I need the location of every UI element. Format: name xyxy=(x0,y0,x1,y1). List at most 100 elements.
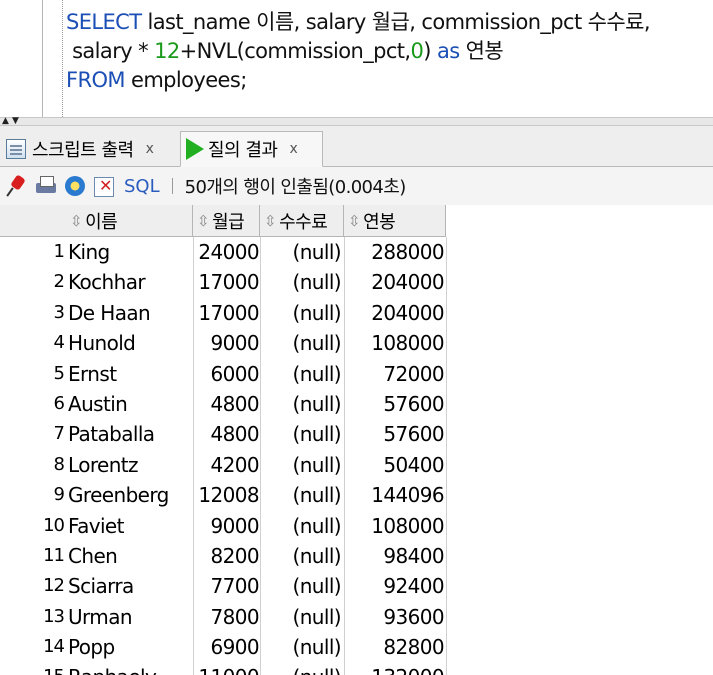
cell-annual-salary[interactable]: 72000 xyxy=(344,359,444,389)
table-row[interactable]: 8 Lorentz 4200 (null) 50400 xyxy=(0,450,446,480)
cell-salary[interactable]: 7700 xyxy=(193,571,260,601)
panel-splitter[interactable]: ▲ ▼ xyxy=(0,117,713,126)
tab-script-output[interactable]: 스크립트 출력 x xyxy=(4,131,179,167)
close-icon[interactable]: x xyxy=(146,141,154,157)
cell-commission[interactable]: (null) xyxy=(260,571,343,601)
cell-salary[interactable]: 4800 xyxy=(193,389,260,419)
sort-icon[interactable]: ⇳ xyxy=(197,212,210,230)
cell-commission[interactable]: (null) xyxy=(260,298,343,328)
cell-commission[interactable]: (null) xyxy=(260,267,343,297)
cell-name[interactable]: Hunold xyxy=(68,328,193,358)
table-row[interactable]: 5 Ernst 6000 (null) 72000 xyxy=(0,359,446,389)
cell-annual-salary[interactable]: 144096 xyxy=(344,480,444,510)
export-icon[interactable] xyxy=(93,175,115,197)
cell-annual-salary[interactable]: 92400 xyxy=(344,571,444,601)
cell-commission[interactable]: (null) xyxy=(260,450,343,480)
sql-editor[interactable]: SELECT last_name 이름, salary 월급, commissi… xyxy=(0,0,713,117)
cell-salary[interactable]: 17000 xyxy=(193,267,259,297)
cell-annual-salary[interactable]: 132000 xyxy=(344,662,444,675)
sort-icon[interactable]: ⇳ xyxy=(70,212,83,230)
refresh-icon[interactable] xyxy=(64,175,86,197)
cell-commission[interactable]: (null) xyxy=(260,419,343,449)
sql-code[interactable]: SELECT last_name 이름, salary 월급, commissi… xyxy=(66,8,651,95)
cell-annual-salary[interactable]: 204000 xyxy=(344,298,444,328)
print-icon[interactable] xyxy=(35,175,57,197)
cell-annual-salary[interactable]: 82800 xyxy=(344,632,444,662)
cell-salary[interactable]: 11000 xyxy=(193,662,259,675)
cell-annual-salary[interactable]: 50400 xyxy=(344,450,444,480)
cell-name[interactable]: Sciarra xyxy=(68,571,193,601)
row-number: 10 xyxy=(43,514,65,536)
cell-salary[interactable]: 6900 xyxy=(193,632,260,662)
cell-commission[interactable]: (null) xyxy=(260,511,343,541)
table-row[interactable]: 6 Austin 4800 (null) 57600 xyxy=(0,389,446,419)
column-header-name[interactable]: ⇳ 이름 xyxy=(66,205,193,237)
cell-commission[interactable]: (null) xyxy=(260,480,343,510)
cell-commission[interactable]: (null) xyxy=(260,602,343,632)
cell-name[interactable]: Lorentz xyxy=(68,450,193,480)
cell-salary[interactable]: 4800 xyxy=(193,419,260,449)
tab-query-result[interactable]: 질의 결과 x xyxy=(180,131,323,167)
cell-annual-salary[interactable]: 108000 xyxy=(344,511,444,541)
table-row[interactable]: 7 Pataballa 4800 (null) 57600 xyxy=(0,419,446,449)
splitter-up-arrow-icon[interactable]: ▲ xyxy=(2,117,9,126)
cell-commission[interactable]: (null) xyxy=(260,389,343,419)
table-row[interactable]: 9 Greenberg 12008 (null) 144096 xyxy=(0,480,446,510)
table-row[interactable]: 1 King 24000 (null) 288000 xyxy=(0,237,446,267)
cell-name[interactable]: Raphaely xyxy=(68,662,193,675)
cell-annual-salary[interactable]: 57600 xyxy=(344,389,444,419)
column-header-commission[interactable]: ⇳ 수수료 xyxy=(260,205,344,237)
cell-name[interactable]: Pataballa xyxy=(68,419,193,449)
cell-salary[interactable]: 12008 xyxy=(193,480,259,510)
cell-commission[interactable]: (null) xyxy=(260,359,343,389)
table-row[interactable]: 15Raphaely11000(null)132000 xyxy=(0,662,446,675)
table-row[interactable]: 3 De Haan 17000 (null) 204000 xyxy=(0,298,446,328)
cell-name[interactable]: De Haan xyxy=(68,298,193,328)
cell-commission[interactable]: (null) xyxy=(260,237,343,267)
cell-commission[interactable]: (null) xyxy=(260,328,343,358)
cell-annual-salary[interactable]: 288000 xyxy=(344,237,444,267)
cell-name[interactable]: Popp xyxy=(68,632,193,662)
cell-salary[interactable]: 17000 xyxy=(193,298,259,328)
cell-salary[interactable]: 8200 xyxy=(193,541,260,571)
table-row[interactable]: 11 Chen 8200 (null) 98400 xyxy=(0,541,446,571)
table-row[interactable]: 12 Sciarra 7700 (null) 92400 xyxy=(0,571,446,601)
pin-icon[interactable] xyxy=(6,175,28,197)
cell-name[interactable]: Austin xyxy=(68,389,193,419)
cell-salary[interactable]: 24000 xyxy=(193,237,259,267)
cell-salary[interactable]: 7800 xyxy=(193,602,260,632)
cell-annual-salary[interactable]: 93600 xyxy=(344,602,444,632)
cell-name[interactable]: Kochhar xyxy=(68,267,193,297)
cell-salary[interactable]: 9000 xyxy=(193,511,260,541)
table-row[interactable]: 2 Kochhar 17000 (null) 204000 xyxy=(0,267,446,297)
splitter-down-arrow-icon[interactable]: ▼ xyxy=(12,117,19,126)
cell-salary[interactable]: 9000 xyxy=(193,328,260,358)
cell-annual-salary[interactable]: 204000 xyxy=(344,267,444,297)
cell-commission[interactable]: (null) xyxy=(260,541,343,571)
cell-name[interactable]: Greenberg xyxy=(68,480,193,510)
cell-name[interactable]: Urman xyxy=(68,602,193,632)
column-header-annual[interactable]: ⇳ 연봉 xyxy=(344,205,446,237)
cell-name[interactable]: Ernst xyxy=(68,359,193,389)
column-header-salary[interactable]: ⇳ 월급 xyxy=(193,205,260,237)
cell-salary[interactable]: 6000 xyxy=(193,359,260,389)
row-number: 9 xyxy=(53,484,65,506)
table-row[interactable]: 4 Hunold 9000 (null) 108000 xyxy=(0,328,446,358)
cell-annual-salary[interactable]: 57600 xyxy=(344,419,444,449)
cell-annual-salary[interactable]: 108000 xyxy=(344,328,444,358)
cell-name[interactable]: Chen xyxy=(68,541,193,571)
sql-button[interactable]: SQL xyxy=(124,176,160,197)
result-grid[interactable]: ⇳ 이름 ⇳ 월급 ⇳ 수수료 ⇳ 연봉 1 King 24000 (null) 288… xyxy=(0,205,713,675)
cell-commission[interactable]: (null) xyxy=(260,662,343,675)
table-row[interactable]: 14 Popp 6900 (null) 82800 xyxy=(0,632,446,662)
sort-icon[interactable]: ⇳ xyxy=(264,212,277,230)
table-row[interactable]: 13 Urman 7800 (null) 93600 xyxy=(0,602,446,632)
cell-salary[interactable]: 4200 xyxy=(193,450,260,480)
cell-name[interactable]: Faviet xyxy=(68,511,193,541)
close-icon[interactable]: x xyxy=(289,141,297,157)
cell-commission[interactable]: (null) xyxy=(260,632,343,662)
cell-name[interactable]: King xyxy=(68,237,193,267)
table-row[interactable]: 10 Faviet 9000 (null) 108000 xyxy=(0,511,446,541)
cell-annual-salary[interactable]: 98400 xyxy=(344,541,444,571)
sort-icon[interactable]: ⇳ xyxy=(348,212,361,230)
